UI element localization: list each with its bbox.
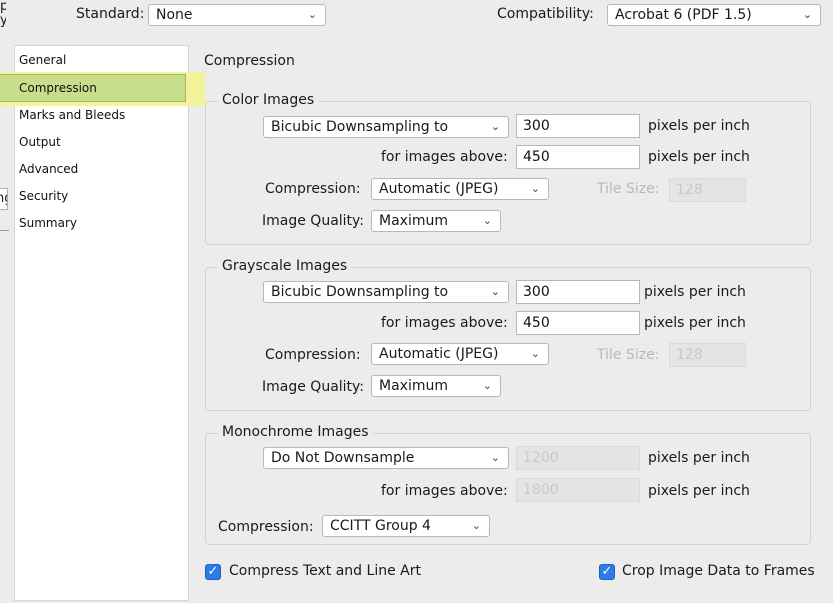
grayscale-quality-label: Image Quality: [262, 379, 365, 395]
sidebar-item-security[interactable]: Security [19, 189, 68, 203]
grayscale-compression-select[interactable]: Automatic (JPEG) ⌄ [371, 343, 549, 365]
grayscale-above-label: for images above: [381, 315, 508, 331]
grayscale-ppi-input[interactable]: 300 [516, 280, 640, 304]
standard-value: None [156, 7, 193, 23]
chevron-down-icon: ⌄ [530, 347, 540, 360]
grayscale-compression-label: Compression: [265, 347, 361, 363]
crop-image-label[interactable]: Crop Image Data to Frames [622, 563, 815, 579]
grayscale-tile-label: Tile Size: [597, 347, 660, 363]
monochrome-compression-label: Compression: [218, 519, 314, 535]
grayscale-downsample-select[interactable]: Bicubic Downsampling to ⌄ [263, 281, 509, 303]
color-ppi-unit: pixels per inch [648, 118, 750, 134]
compatibility-value: Acrobat 6 (PDF 1.5) [615, 7, 752, 23]
chevron-down-icon: ⌄ [490, 451, 500, 464]
left-edge-fragment: p y [0, 0, 6, 28]
sidebar-item-output[interactable]: Output [19, 135, 61, 149]
compatibility-label: Compatibility: [497, 6, 594, 22]
chevron-down-icon: ⌄ [802, 8, 812, 21]
color-downsample-select[interactable]: Bicubic Downsampling to ⌄ [263, 116, 509, 138]
sidebar-item-advanced[interactable]: Advanced [19, 162, 78, 176]
monochrome-ppi-input: 1200 [516, 446, 640, 470]
color-above-label: for images above: [381, 149, 508, 165]
grayscale-images-title: Grayscale Images [218, 258, 352, 274]
compress-text-label[interactable]: Compress Text and Line Art [229, 563, 421, 579]
standard-label: Standard: [76, 6, 145, 22]
grayscale-quality-select[interactable]: Maximum ⌄ [371, 375, 501, 397]
monochrome-images-title: Monochrome Images [218, 424, 373, 440]
left-edge-field: ng [0, 188, 8, 210]
color-quality-label: Image Quality: [262, 213, 365, 229]
compress-text-checkbox[interactable]: ✓ [205, 564, 221, 580]
chevron-down-icon: ⌄ [490, 120, 500, 133]
color-images-title: Color Images [218, 92, 319, 108]
sidebar-item-marks-and-bleeds[interactable]: Marks and Bleeds [19, 108, 125, 122]
grayscale-tile-input: 128 [669, 343, 746, 367]
chevron-down-icon: ⌄ [482, 214, 492, 227]
color-compression-select[interactable]: Automatic (JPEG) ⌄ [371, 178, 549, 200]
color-ppi-input[interactable]: 300 [516, 114, 640, 138]
color-above-input[interactable]: 450 [516, 145, 640, 169]
monochrome-above-input: 1800 [516, 478, 640, 502]
page-title: Compression [204, 53, 295, 69]
chevron-down-icon: ⌄ [482, 379, 492, 392]
monochrome-downsample-select[interactable]: Do Not Downsample ⌄ [263, 447, 509, 469]
crop-image-checkbox[interactable]: ✓ [599, 564, 615, 580]
sidebar-item-compression[interactable]: Compression [19, 81, 97, 95]
sidebar-item-general[interactable]: General [19, 53, 66, 67]
standard-select[interactable]: None ⌄ [148, 4, 326, 26]
checkmark-icon: ✓ [207, 564, 219, 579]
grayscale-above-input[interactable]: 450 [516, 311, 640, 335]
left-edge-line [0, 230, 9, 231]
sidebar-item-summary[interactable]: Summary [19, 216, 77, 230]
chevron-down-icon: ⌄ [490, 285, 500, 298]
grayscale-ppi-unit: pixels per inch [644, 284, 746, 300]
chevron-down-icon: ⌄ [471, 519, 481, 532]
compatibility-select[interactable]: Acrobat 6 (PDF 1.5) ⌄ [607, 4, 821, 26]
monochrome-ppi-unit: pixels per inch [648, 450, 750, 466]
chevron-down-icon: ⌄ [530, 182, 540, 195]
color-tile-input: 128 [669, 178, 746, 202]
monochrome-compression-select[interactable]: CCITT Group 4 ⌄ [322, 515, 490, 537]
chevron-down-icon: ⌄ [307, 8, 317, 21]
monochrome-above-unit: pixels per inch [648, 483, 750, 499]
grayscale-above-unit: pixels per inch [644, 315, 746, 331]
color-tile-label: Tile Size: [597, 181, 660, 197]
sidebar [14, 45, 189, 601]
color-above-unit: pixels per inch [648, 149, 750, 165]
monochrome-above-label: for images above: [381, 483, 508, 499]
color-quality-select[interactable]: Maximum ⌄ [371, 210, 501, 232]
checkmark-icon: ✓ [601, 564, 613, 579]
color-compression-label: Compression: [265, 181, 361, 197]
